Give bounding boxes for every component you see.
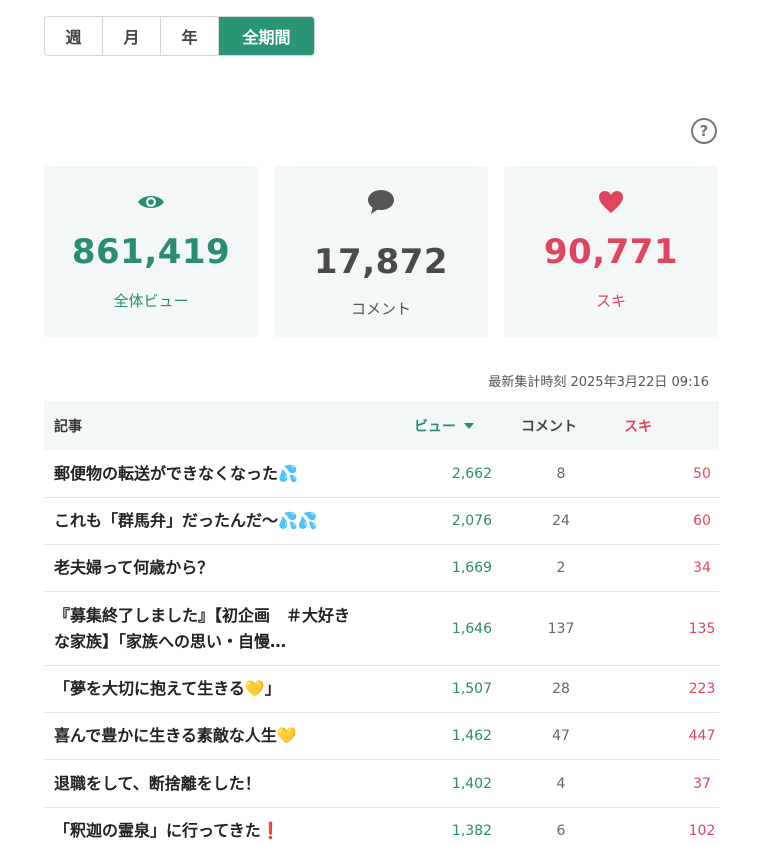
table-row: 喜んで豊かに生きる素敵な人生💛 1,462 47 447 [44,713,719,760]
table-row: 「釈迦の霊泉」に行ってきた❗ 1,382 6 102 [44,808,719,846]
table-row: 退職をして、断捨離をした！ 1,402 4 37 [44,760,719,808]
table-row: 郵便物の転送ができなくなった💦 2,662 8 50 [44,450,719,498]
article-likes: 223 [688,681,716,697]
total-views-label: 全体ビュー [113,292,189,310]
article-likes: 135 [688,620,716,637]
table-row: これも「群馬弁」だったんだ〜💦💦 2,076 24 60 [44,498,719,545]
article-likes: 60 [693,513,711,529]
article-title-link[interactable]: 喜んで豊かに生きる素敵な人生💛 [44,723,384,749]
total-likes-value: 90,771 [543,232,679,272]
article-views: 2,662 [451,465,492,482]
table-row: 『募集終了しました』【初企画 ＃大好きな家族】「家族への思い・自慢… 1,646… [44,592,719,666]
article-likes-cell: 34 [594,560,719,576]
article-views: 1,462 [451,728,492,744]
article-comments: 4 [556,775,566,792]
article-comments: 137 [547,620,575,637]
article-likes-cell: 135 [594,621,719,637]
article-comments: 2 [556,560,566,576]
header-article: 記事 [54,418,82,435]
article-views: 1,507 [451,681,492,697]
header-comments[interactable]: コメント [504,416,594,436]
article-likes: 37 [693,775,711,792]
speech-bubble-icon [274,188,488,216]
article-likes: 34 [693,560,711,576]
article-comments: 6 [556,823,566,839]
sort-down-icon [464,422,474,429]
tab-year[interactable]: 年 [161,17,219,55]
period-tabs: 週 月 年 全期間 [44,16,315,56]
article-likes-cell: 102 [594,823,719,839]
article-title-link[interactable]: 郵便物の転送ができなくなった💦 [44,461,384,487]
article-likes-cell: 50 [594,466,719,482]
article-comments: 24 [552,513,570,529]
question-circle-icon[interactable]: ? [691,118,717,144]
article-title-link[interactable]: 「釈迦の霊泉」に行ってきた❗ [44,818,384,844]
article-stats-table: 記事 ビュー コメント スキ 郵便物の転送ができなくなった💦 2,662 8 5… [44,401,719,846]
article-title-link[interactable]: 老夫婦って何歳から？ [44,555,384,581]
article-likes-cell: 37 [594,776,719,792]
table-row: 老夫婦って何歳から？ 1,669 2 34 [44,545,719,592]
article-views: 1,669 [451,560,492,576]
article-likes: 50 [693,465,711,482]
article-likes-cell: 60 [594,513,719,529]
article-views: 1,402 [451,775,492,792]
tab-month[interactable]: 月 [103,17,161,55]
table-row: 「夢を大切に抱えて生きる💛」 1,507 28 223 [44,666,719,713]
article-comments: 47 [552,728,570,744]
heart-icon [504,188,718,216]
comments-stat-card: 17,872 コメント [274,166,488,337]
total-likes-label: スキ [595,292,626,310]
total-comments-value: 17,872 [313,242,449,282]
article-likes-cell: 223 [594,681,719,697]
article-likes: 102 [688,823,716,839]
article-views: 2,076 [451,513,492,529]
article-views: 1,382 [451,823,492,839]
total-comments-label: コメント [350,300,411,318]
article-likes-cell: 447 [594,728,719,744]
article-likes: 447 [688,728,716,744]
tab-week[interactable]: 週 [45,17,103,55]
header-views-label: ビュー [414,418,456,435]
views-stat-card: 861,419 全体ビュー [44,166,258,337]
article-views: 1,646 [451,620,492,637]
table-header: 記事 ビュー コメント スキ [44,401,719,450]
tab-all-time[interactable]: 全期間 [219,17,314,55]
total-views-value: 861,419 [71,232,231,272]
article-comments: 8 [556,465,566,482]
article-title-link[interactable]: これも「群馬弁」だったんだ〜💦💦 [44,508,384,534]
eye-icon [44,188,258,216]
article-title-link[interactable]: 退職をして、断捨離をした！ [44,771,384,797]
likes-stat-card: 90,771 スキ [504,166,718,337]
article-comments: 28 [552,681,570,697]
last-updated-text: 最新集計時刻 2025年3月22日 09:16 [488,375,709,390]
header-views-sort[interactable]: ビュー [384,416,504,436]
article-title-link[interactable]: 『募集終了しました』【初企画 ＃大好きな家族】「家族への思い・自慢… [44,603,384,655]
article-title-link[interactable]: 「夢を大切に抱えて生きる💛」 [44,676,384,702]
header-likes[interactable]: スキ [594,416,719,436]
